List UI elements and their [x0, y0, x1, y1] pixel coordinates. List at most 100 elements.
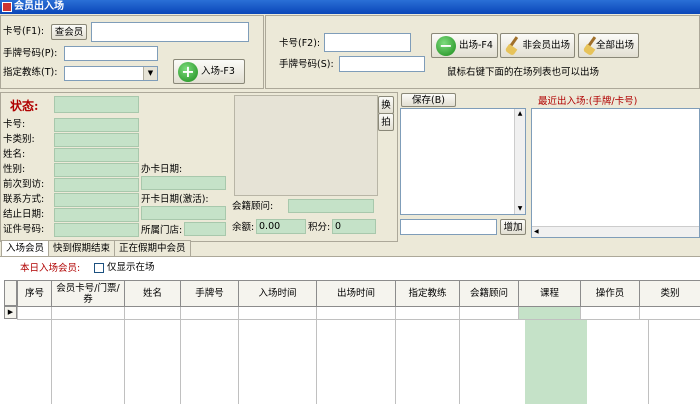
points-value: 0	[332, 219, 376, 234]
nonmember-exit-button[interactable]: 非会员出场	[500, 33, 575, 58]
broom-icon	[505, 36, 519, 56]
entry-card-input[interactable]	[91, 22, 249, 42]
balance-label: 余额:	[232, 222, 255, 233]
card-open-date-label: 办卡日期:	[141, 164, 183, 175]
entry-card-label: 卡号(F1):	[3, 26, 45, 37]
exit-tag-input[interactable]	[339, 56, 425, 72]
grid-corner	[4, 280, 17, 306]
entry-tag-label: 手牌号码(P):	[3, 48, 58, 59]
col-header[interactable]: 课程	[518, 280, 581, 307]
plus-icon: +	[178, 61, 198, 82]
recent-hscroll[interactable]: ◀	[532, 226, 699, 237]
col-header[interactable]: 手牌号	[180, 280, 239, 307]
table-cell[interactable]	[180, 306, 239, 320]
store-label: 所属门店:	[141, 225, 183, 236]
grid-col-line	[238, 320, 239, 404]
status-field-value	[54, 178, 139, 192]
grid-col-line	[51, 320, 52, 404]
status-field-value	[54, 118, 139, 132]
status-field-label: 性别:	[3, 164, 26, 175]
grid-col-line	[124, 320, 125, 404]
table-cell[interactable]	[580, 306, 640, 320]
advisor-value	[288, 199, 374, 213]
col-header[interactable]: 会员卡号/门票/券	[51, 280, 125, 307]
exit-hint: 鼠标右键下面的在场列表也可以出场	[447, 67, 600, 78]
grid-col-line	[180, 320, 181, 404]
status-field-value	[54, 133, 139, 147]
table-cell[interactable]	[238, 306, 317, 320]
exit-button[interactable]: − 出场-F4	[431, 33, 498, 58]
col-header[interactable]: 序号	[17, 280, 52, 307]
chevron-down-icon[interactable]: ▼	[143, 67, 157, 80]
grid-col-line	[395, 320, 396, 404]
col-header[interactable]: 会籍顾问	[459, 280, 519, 307]
col-header[interactable]: 入场时间	[238, 280, 317, 307]
add-button[interactable]: 增加	[500, 219, 526, 235]
col-header[interactable]: 类别	[639, 280, 700, 307]
course-column-highlight	[525, 320, 587, 404]
members-table: 序号 会员卡号/门票/券 姓名 手牌号 入场时间 出场时间 指定教练 会籍顾问 …	[17, 280, 700, 320]
broom-icon	[583, 36, 593, 56]
recent-title: 最近出入场:(手牌/卡号)	[538, 96, 638, 107]
col-header[interactable]: 指定教练	[395, 280, 460, 307]
member-tabs: 入场会员 快到假期结束 正在假期中会员	[1, 240, 191, 256]
exit-card-input[interactable]	[324, 33, 411, 52]
scroll-down-icon[interactable]: ▼	[515, 204, 525, 214]
scroll-left-icon[interactable]: ◀	[534, 228, 539, 235]
save-list[interactable]	[400, 108, 526, 215]
status-field-label: 卡号:	[3, 119, 26, 130]
save-button[interactable]: 保存(B)	[401, 93, 456, 107]
col-header[interactable]: 操作员	[580, 280, 640, 307]
col-header[interactable]: 出场时间	[316, 280, 396, 307]
save-input[interactable]	[400, 219, 497, 235]
status-field-value	[54, 223, 139, 237]
exit-tag-label: 手牌号码(S):	[279, 59, 334, 70]
window-title: 会员出入场	[14, 1, 64, 12]
status-field-label: 卡类别:	[3, 134, 35, 145]
entry-tag-input[interactable]	[64, 46, 158, 61]
save-list-scrollbar[interactable]: ▲ ▼	[514, 109, 525, 214]
grid-body	[17, 320, 700, 404]
status-field-label: 姓名:	[3, 149, 26, 160]
col-header[interactable]: 姓名	[124, 280, 181, 307]
table-cell[interactable]	[51, 306, 125, 320]
status-field-label: 证件号码:	[3, 224, 45, 235]
table-cell[interactable]	[459, 306, 519, 320]
tab-on-holiday[interactable]: 正在假期中会员	[114, 240, 191, 256]
all-exit-button[interactable]: 全部出场	[578, 33, 639, 58]
enter-button[interactable]: + 入场-F3	[173, 59, 245, 84]
query-member-button[interactable]: 查会员	[51, 24, 87, 40]
table-cell[interactable]	[395, 306, 460, 320]
table-cell[interactable]	[17, 306, 52, 320]
status-title: 状态:	[10, 99, 39, 113]
status-value-box	[54, 96, 139, 113]
grid-col-line	[648, 320, 649, 404]
status-field-value	[54, 163, 139, 177]
app-icon	[2, 2, 12, 12]
scroll-up-icon[interactable]: ▲	[515, 109, 525, 119]
tab-holiday-ending[interactable]: 快到假期结束	[48, 240, 116, 256]
window-title-bar: 会员出入场	[0, 0, 700, 14]
status-field-value	[54, 193, 139, 207]
coach-select[interactable]: ▼	[64, 66, 158, 81]
table-cell[interactable]	[639, 306, 700, 320]
table-cell[interactable]	[124, 306, 181, 320]
enter-button-label: 入场-F3	[201, 65, 235, 77]
take-photo-button[interactable]: 拍	[378, 113, 394, 131]
table-cell[interactable]	[316, 306, 396, 320]
status-field-label: 联系方式:	[3, 194, 45, 205]
table-cell[interactable]	[518, 306, 581, 320]
show-present-checkbox[interactable]	[94, 263, 104, 273]
recent-list[interactable]	[531, 108, 700, 238]
row-pointer-icon: ▶	[4, 306, 17, 319]
activate-date-label: 开卡日期(激活):	[141, 194, 209, 205]
store-value	[184, 222, 226, 236]
table-row[interactable]	[17, 306, 700, 320]
nonmember-exit-label: 非会员出场	[522, 39, 570, 51]
coach-label: 指定教练(T):	[3, 67, 58, 78]
points-label: 积分:	[308, 222, 331, 233]
advisor-label: 会籍顾问:	[232, 201, 274, 212]
tab-entered-members[interactable]: 入场会员	[1, 240, 50, 256]
switch-photo-button[interactable]: 换	[378, 96, 394, 114]
status-field-label: 前次到访:	[3, 179, 45, 190]
